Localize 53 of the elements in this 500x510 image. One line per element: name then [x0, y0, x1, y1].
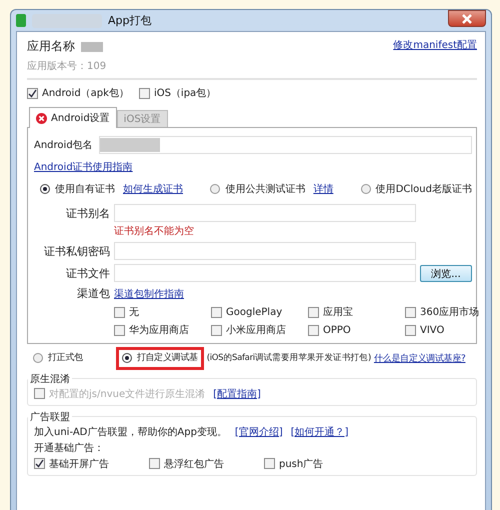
cert-radio[interactable]: 使用自有证书: [40, 182, 115, 196]
channel-checkbox[interactable]: 应用宝: [308, 305, 405, 319]
platform-checkbox[interactable]: iOS（ipa包）: [138, 86, 216, 100]
ads-intro: 加入uni-AD广告联盟，帮助你的App变现。: [34, 426, 227, 438]
field-label: 证书私钥密码: [43, 244, 110, 258]
app-name-label: 应用名称: [27, 38, 75, 55]
channel-checkbox[interactable]: VIVO: [405, 323, 500, 337]
build-radio[interactable]: 打正式包: [33, 351, 83, 364]
browse-button[interactable]: 浏览...: [420, 264, 472, 282]
ads-link[interactable]: [如何开通？]: [290, 424, 349, 438]
build-note: (iOS的Safari调试需要用苹果开发证书打包): [206, 352, 371, 364]
field-label: 证书文件: [65, 266, 110, 280]
error-message: 证书别名不能为空: [114, 224, 195, 238]
channel-checkbox[interactable]: 小米应用商店: [211, 323, 308, 337]
help-link[interactable]: 详情: [313, 182, 334, 196]
ad-checkbox[interactable]: push广告: [264, 456, 379, 470]
channel-checkbox[interactable]: 无: [114, 305, 211, 319]
cert-guide-link[interactable]: Android证书使用指南: [34, 160, 133, 174]
close-button[interactable]: [448, 10, 486, 27]
ad-checkbox[interactable]: 基础开屏广告: [34, 456, 149, 470]
ads-link[interactable]: [官网介绍]: [234, 424, 283, 438]
cert-radio[interactable]: 使用公共测试证书: [210, 182, 306, 196]
channel-label: 渠道包: [76, 286, 110, 301]
help-link[interactable]: 如何生成证书: [123, 182, 183, 196]
app-logo-icon: [16, 14, 26, 27]
checkmark-icon: [35, 459, 44, 468]
channel-checkbox[interactable]: GooglePlay: [211, 305, 308, 319]
package-label: Android包名: [34, 139, 93, 152]
cert-radio[interactable]: 使用DCloud老版证书: [360, 182, 472, 196]
close-icon: [462, 14, 472, 24]
basic-ads-label: 开通基础广告：: [34, 442, 105, 454]
version-text: 应用版本号：109: [27, 60, 106, 73]
window-title: App打包: [108, 13, 152, 28]
manifest-link[interactable]: 修改manifest配置: [393, 38, 477, 52]
text-field[interactable]: [114, 242, 416, 260]
checkmark-icon: [28, 88, 37, 98]
group-title: 广告联盟: [29, 410, 71, 424]
channel-checkbox[interactable]: OPPO: [308, 323, 405, 337]
channel-guide-link[interactable]: 渠道包制作指南: [114, 286, 184, 300]
channel-checkbox[interactable]: 360应用市场: [405, 305, 500, 319]
channel-checkbox[interactable]: 华为应用商店: [114, 323, 211, 337]
platform-checkbox[interactable]: Android（apk包）: [27, 86, 129, 100]
debug-base-link[interactable]: 什么是自定义调试基座?: [374, 352, 466, 365]
package-field[interactable]: [98, 136, 472, 154]
text-field[interactable]: [114, 264, 416, 282]
error-icon: [36, 112, 47, 124]
blurred-text: [81, 42, 103, 52]
text-field[interactable]: [114, 204, 416, 222]
field-label: 证书别名: [65, 206, 110, 220]
build-radio[interactable]: 打自定义调试基: [122, 351, 198, 364]
group-title: 原生混淆: [29, 372, 71, 386]
settings-tab[interactable]: Android设置: [29, 107, 117, 128]
ad-checkbox[interactable]: 悬浮红包广告: [149, 456, 264, 470]
